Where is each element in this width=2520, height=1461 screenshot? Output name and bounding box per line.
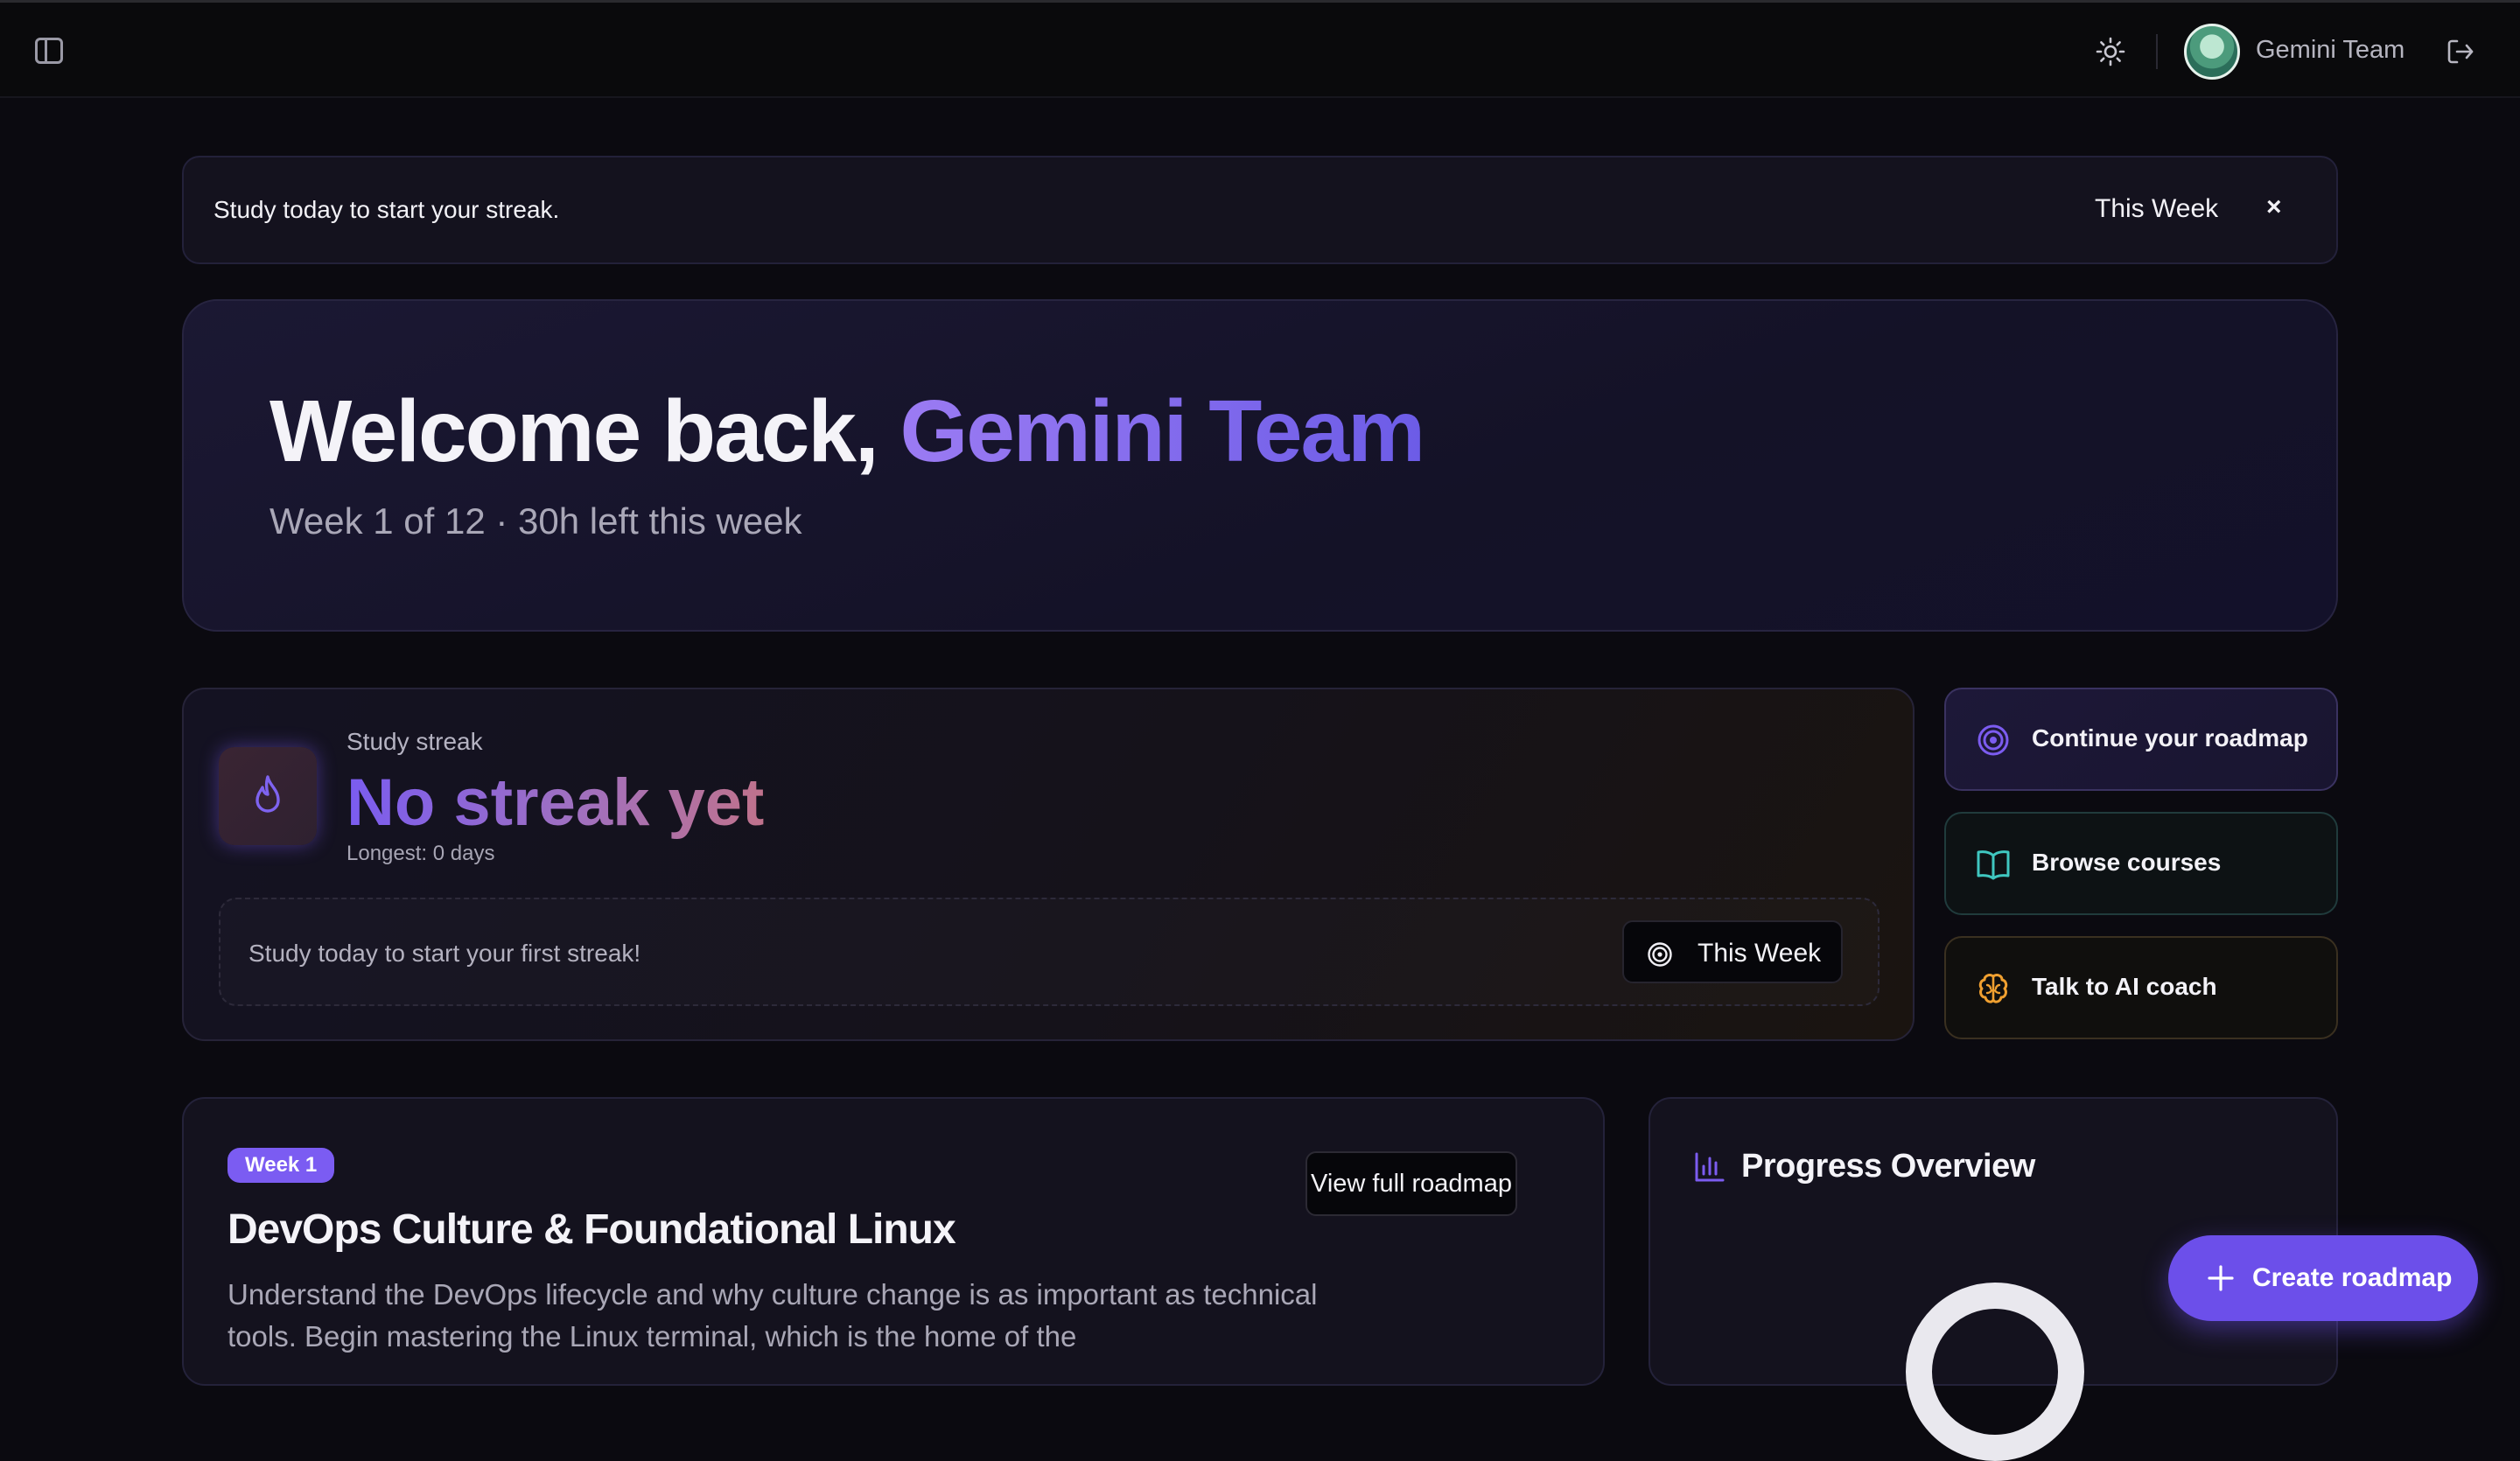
browse-courses-label: Browse courses — [2032, 849, 2222, 876]
streak-prompt-box: Study today to start your first streak! … — [219, 898, 1880, 1006]
flame-icon — [219, 747, 317, 845]
streak-banner: Study today to start your streak. This W… — [182, 156, 2338, 264]
progress-overview-title: Progress Overview — [1741, 1148, 2035, 1185]
avatar[interactable] — [2184, 24, 2240, 80]
talk-to-ai-coach-button[interactable]: Talk to AI coach — [1944, 936, 2338, 1039]
sun-icon[interactable] — [2095, 36, 2126, 67]
header-divider — [2156, 34, 2158, 69]
browse-courses-button[interactable]: Browse courses — [1944, 812, 2338, 915]
current-week-card: Week 1 View full roadmap DevOps Culture … — [182, 1097, 1605, 1386]
streak-longest: Longest: 0 days — [346, 842, 495, 865]
target-icon — [1978, 724, 2009, 756]
streak-label: Study streak — [346, 728, 483, 755]
progress-ring — [1906, 1283, 2084, 1461]
greeting-text: Welcome back, — [270, 382, 900, 480]
week-description: Understand the DevOps lifecycle and why … — [228, 1278, 1318, 1353]
study-streak-card: Study streak No streak yet Longest: 0 da… — [182, 688, 1914, 1041]
continue-roadmap-button[interactable]: Continue your roadmap — [1944, 688, 2338, 791]
week-summary: Week 1 of 12 · 30h left this week — [270, 500, 802, 542]
page-title: Welcome back, Gemini Team — [270, 381, 1426, 482]
week-badge: Week 1 — [228, 1148, 335, 1183]
top-bar: Gemini Team — [0, 0, 2520, 98]
banner-week-link[interactable]: This Week — [2095, 194, 2218, 224]
close-icon[interactable]: × — [2266, 192, 2282, 222]
target-icon — [1648, 942, 1672, 967]
plus-icon — [2208, 1265, 2234, 1291]
sidebar-toggle-icon[interactable] — [35, 38, 63, 64]
create-roadmap-label: Create roadmap — [2252, 1263, 2453, 1292]
this-week-label: This Week — [1698, 939, 1822, 968]
view-full-roadmap-button[interactable]: View full roadmap — [1306, 1151, 1517, 1216]
banner-message: Study today to start your streak. — [214, 196, 560, 223]
create-roadmap-button[interactable]: Create roadmap — [2168, 1235, 2478, 1321]
logout-icon[interactable] — [2445, 36, 2476, 67]
talk-to-ai-coach-label: Talk to AI coach — [2032, 973, 2217, 1000]
continue-roadmap-label: Continue your roadmap — [2032, 724, 2308, 751]
bar-chart-icon — [1695, 1152, 1725, 1182]
book-open-icon — [1977, 850, 2010, 880]
week-title: DevOps Culture & Foundational Linux — [228, 1206, 956, 1253]
welcome-hero: Welcome back, Gemini Team Week 1 of 12 ·… — [182, 299, 2338, 632]
greeting-name: Gemini Team — [900, 382, 1426, 480]
brain-icon — [1978, 974, 2008, 1003]
streak-prompt: Study today to start your first streak! — [248, 940, 641, 967]
user-name: Gemini Team — [2256, 36, 2405, 64]
this-week-button[interactable]: This Week — [1622, 920, 1843, 983]
streak-value: No streak yet — [346, 765, 765, 840]
